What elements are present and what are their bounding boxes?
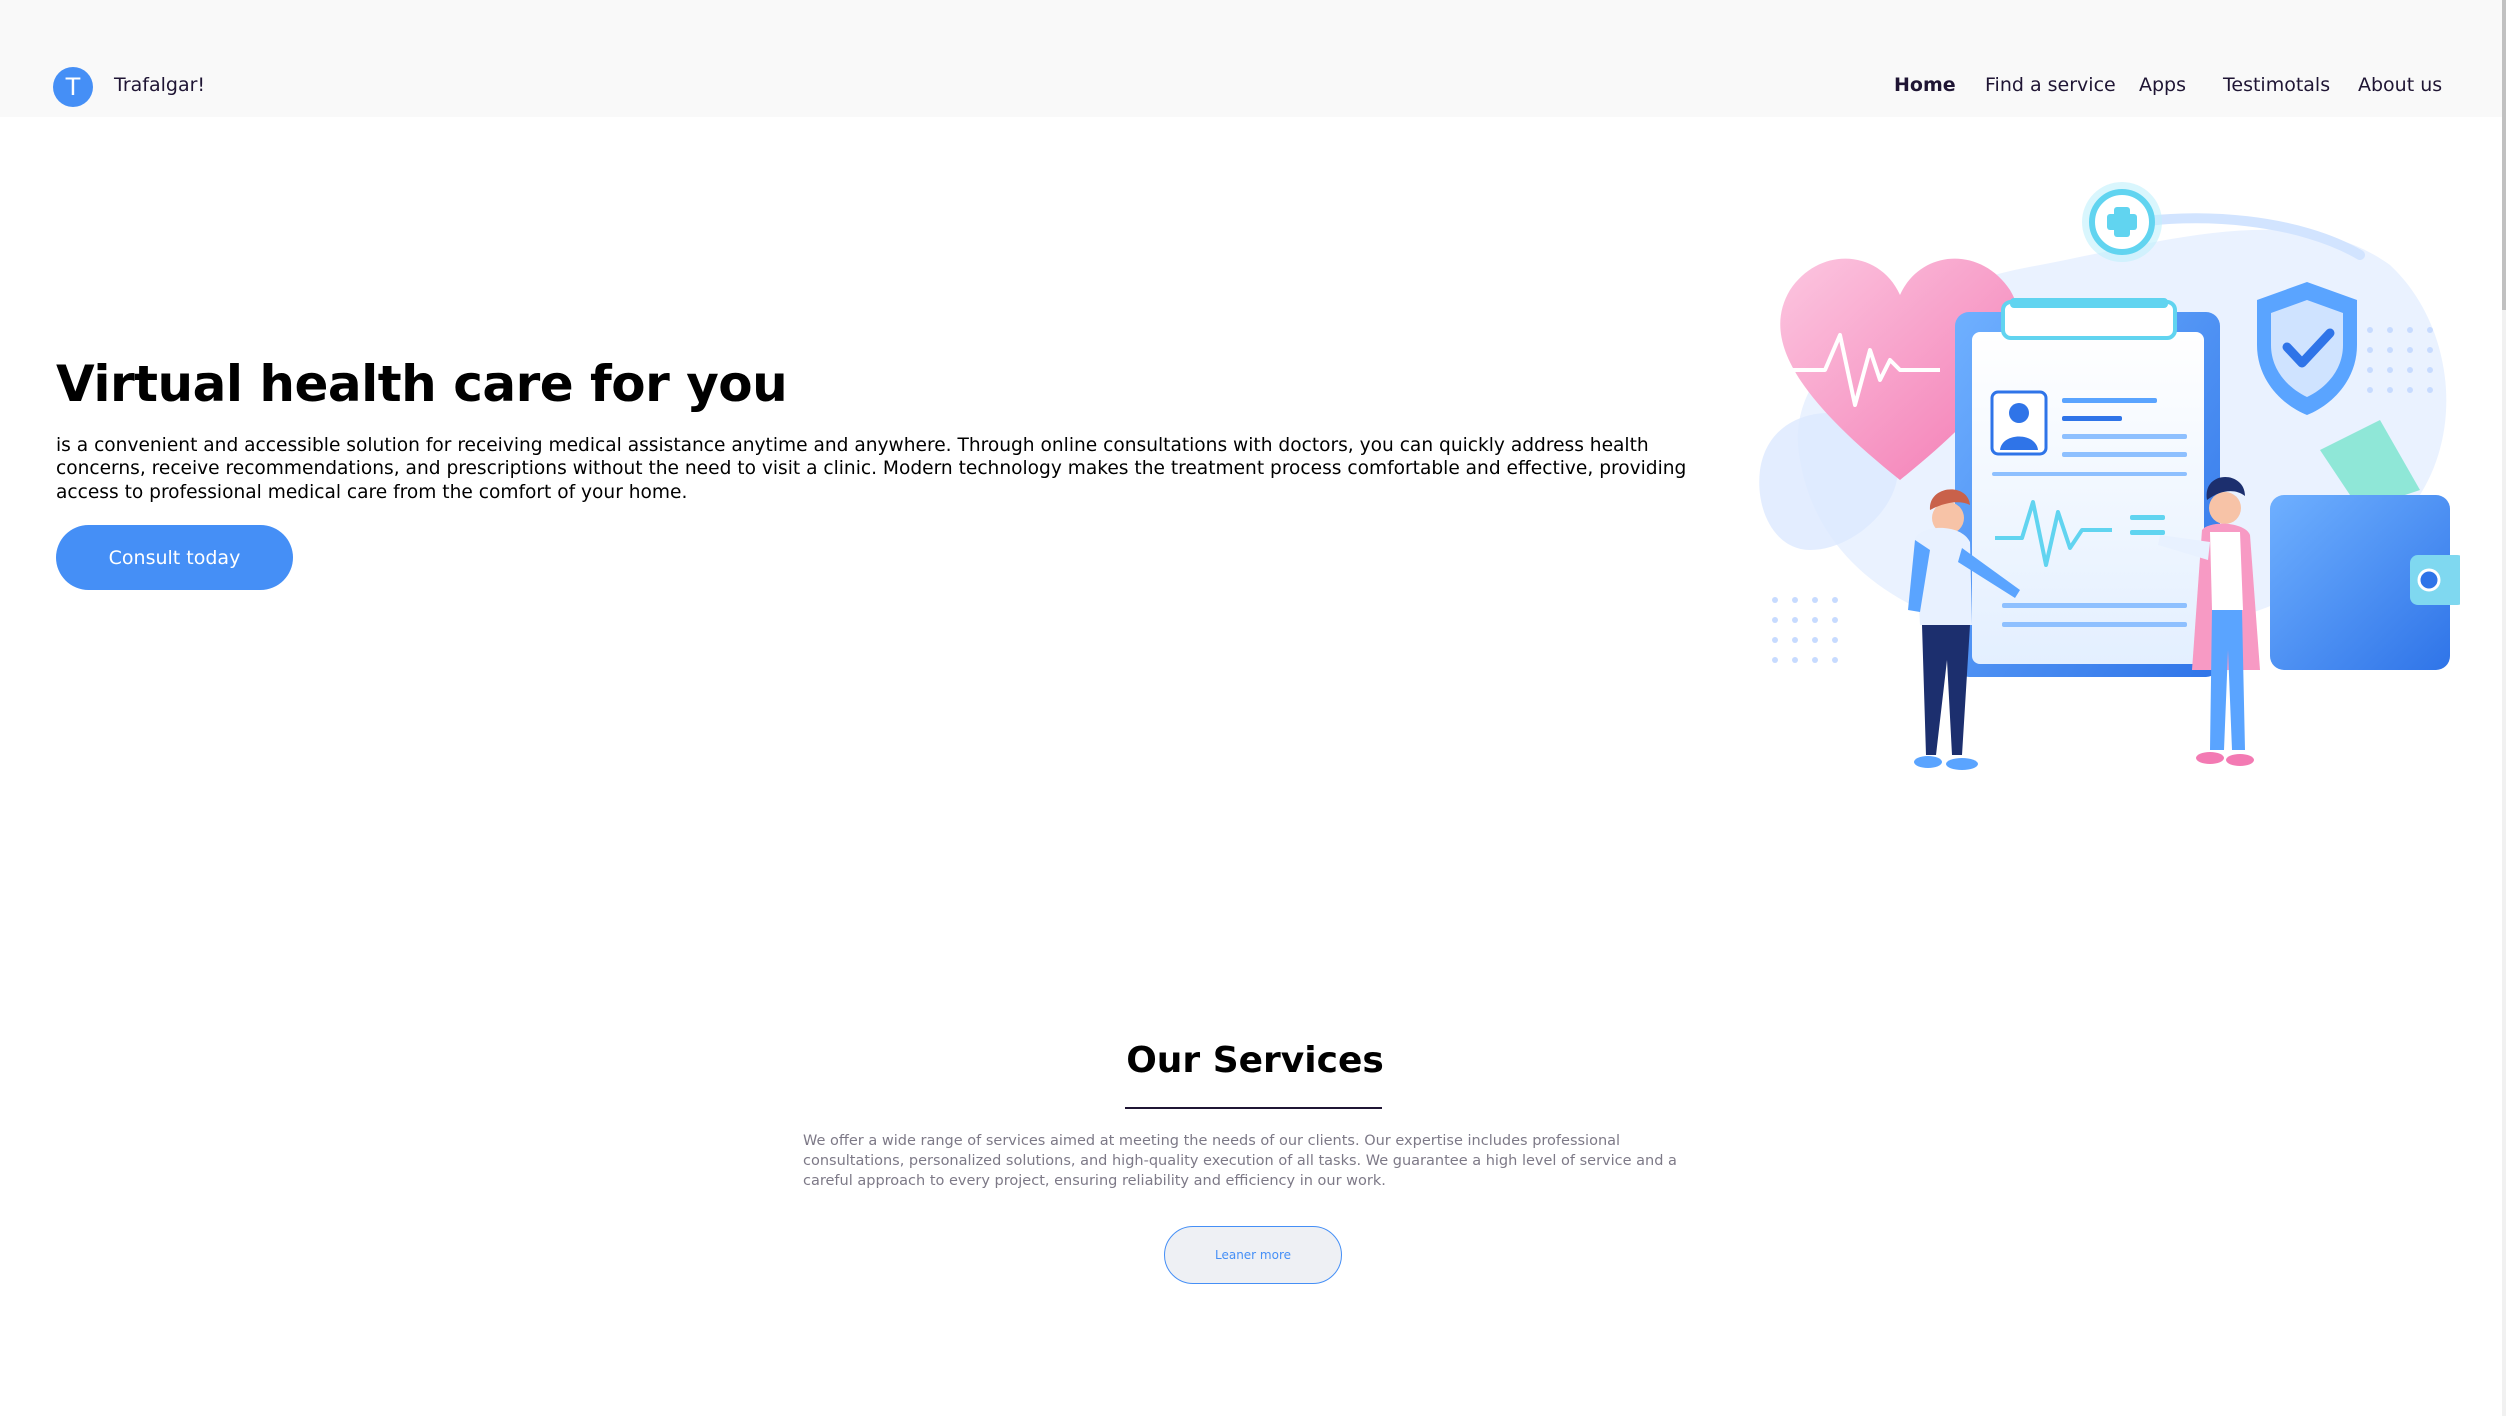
- scrollbar[interactable]: [2502, 0, 2506, 1416]
- nav-about-us[interactable]: About us: [2358, 74, 2442, 96]
- learn-more-button[interactable]: Leaner more: [1164, 1226, 1342, 1284]
- clipboard-icon: [1955, 298, 2220, 677]
- nav-apps[interactable]: Apps: [2139, 74, 2186, 96]
- main-nav: Home Find a service Apps Testimotals Abo…: [0, 74, 2502, 104]
- nav-find-a-service[interactable]: Find a service: [1985, 74, 2116, 96]
- services-description: We offer a wide range of services aimed …: [803, 1133, 1677, 1189]
- health-care-illustration: [1759, 182, 2460, 770]
- services-title: Our Services: [1126, 1040, 1384, 1081]
- nav-testimotals[interactable]: Testimotals: [2223, 74, 2330, 96]
- consult-today-button[interactable]: Consult today: [56, 525, 293, 590]
- header: T Trafalgar! Home Find a service Apps Te…: [0, 0, 2502, 117]
- nav-home[interactable]: Home: [1894, 74, 1956, 96]
- dot-grid-left: [1772, 597, 1838, 663]
- plus-badge-icon: [2082, 182, 2162, 262]
- hero-description: is a convenient and accessible solution …: [56, 435, 1687, 503]
- hero-title: Virtual health care for you: [56, 355, 788, 413]
- scrollbar-thumb[interactable]: [2502, 0, 2506, 310]
- services-title-underline: [1125, 1107, 1382, 1109]
